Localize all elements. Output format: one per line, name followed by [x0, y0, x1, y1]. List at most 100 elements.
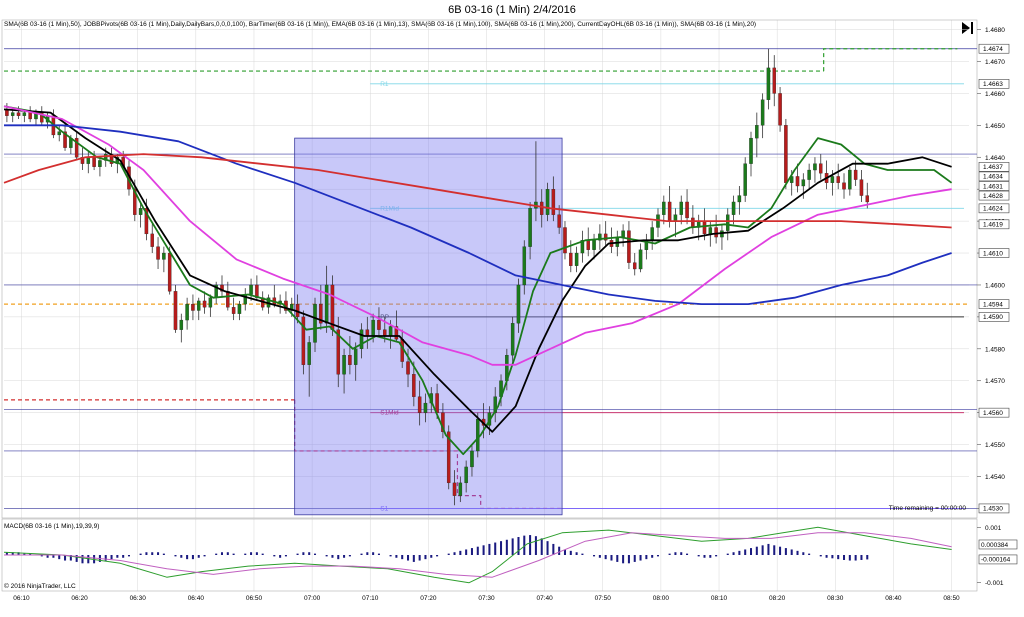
candle-down [586, 240, 590, 250]
price-tick-label: 1.4550 [985, 442, 1005, 449]
time-tick-label: 06:30 [130, 595, 147, 602]
candle-down [569, 252, 573, 266]
candle-down [377, 319, 381, 330]
candle-down [167, 252, 172, 292]
time-tick-label: 07:50 [595, 595, 612, 602]
candle-up [766, 67, 771, 100]
candle-up [470, 450, 474, 468]
time-tick-label: 08:40 [885, 595, 902, 602]
price-tag-label: 1.4628 [983, 193, 1003, 200]
time-tick-label: 06:20 [71, 595, 88, 602]
candle-down [842, 182, 846, 190]
price-tag-label: 1.4637 [983, 164, 1003, 171]
candle-up [185, 303, 189, 321]
price-tick-label: 1.4580 [985, 346, 1005, 353]
candle-up [208, 297, 213, 308]
candle-up [807, 169, 811, 180]
candle-up [662, 201, 666, 215]
candle-down [156, 246, 160, 260]
candle-up [731, 201, 736, 215]
candle-down [551, 189, 556, 215]
price-tag-label: 1.4674 [983, 46, 1003, 53]
candle-up [458, 482, 463, 496]
candle-up [249, 284, 253, 295]
price-tag-label: 1.4560 [983, 410, 1003, 417]
time-tick-label: 07:00 [304, 595, 321, 602]
candle-up [726, 214, 730, 231]
candle-up [196, 300, 201, 311]
candle-down [92, 157, 96, 167]
candle-down [365, 329, 370, 337]
candle-up [86, 157, 91, 164]
candle-down [691, 217, 695, 228]
candle-down [778, 93, 782, 126]
candle-up [801, 179, 806, 187]
candle-up [388, 326, 393, 337]
candle-up [749, 137, 753, 164]
candle-up [313, 303, 317, 343]
price-tag-label: 1.4590 [983, 314, 1003, 321]
price-chart: 6B 03-16 (1 Min) 2/4/2016 SMA(6B 03-16 (… [0, 0, 1024, 617]
candle-down [406, 361, 410, 375]
candle-up [138, 208, 143, 215]
candle-up [353, 348, 358, 365]
candle-down [417, 396, 422, 413]
candle-up [737, 195, 742, 203]
price-tick-label: 1.4650 [985, 123, 1005, 130]
candle-up [760, 99, 765, 126]
candle-down [16, 112, 21, 116]
candle-up [371, 319, 375, 337]
candle-up [650, 227, 654, 241]
candle-down [865, 195, 870, 203]
candle-up [179, 319, 184, 330]
candle-down [452, 482, 457, 496]
candle-up [98, 160, 102, 167]
candle-up [237, 303, 242, 314]
candle-down [563, 227, 567, 254]
price-tick-label: 1.4540 [985, 474, 1005, 481]
time-tick-label: 07:40 [536, 595, 553, 602]
indicator-list: SMA(6B 03-16 (1 Min),50), JOBBPivots(6B … [4, 21, 756, 28]
candle-up [830, 176, 835, 183]
candle-down [702, 220, 707, 235]
time-tick-label: 08:30 [827, 595, 844, 602]
price-tag-label: 1.4530 [983, 506, 1003, 513]
candle-down [412, 374, 416, 397]
pivot-label-r1: R1 [380, 81, 389, 88]
candle-up [679, 201, 683, 215]
candle-up [476, 418, 480, 452]
candle-down [191, 303, 195, 311]
candle-down [685, 201, 689, 219]
candle-up [545, 189, 550, 215]
candle-down [819, 163, 823, 174]
time-tick-label: 07:30 [478, 595, 495, 602]
candle-down [383, 329, 387, 337]
price-tag-label: 1.4663 [983, 81, 1003, 88]
time-tick-label: 08:20 [769, 595, 786, 602]
candle-down [28, 112, 32, 120]
candle-down [667, 201, 672, 222]
time-tick-label: 08:10 [711, 595, 728, 602]
candle-up [22, 112, 27, 116]
candle-up [307, 342, 311, 365]
time-tick-label: 06:10 [13, 595, 30, 602]
price-tag-label: 1.4624 [983, 206, 1003, 213]
chart-title: 6B 03-16 (1 Min) 2/4/2016 [448, 4, 576, 16]
candle-up [324, 284, 329, 324]
candle-down [784, 125, 788, 183]
candle-up [848, 169, 852, 190]
macd-tag-label: 0.000384 [981, 542, 1008, 549]
price-tag-label: 1.4594 [983, 301, 1003, 308]
candle-up [57, 131, 61, 136]
candle-up [522, 246, 527, 286]
time-tick-label: 06:40 [188, 595, 205, 602]
price-tag-label: 1.4619 [983, 222, 1003, 229]
price-tick-label: 1.4680 [985, 27, 1005, 34]
price-tick-label: 1.4570 [985, 378, 1005, 385]
candle-up [673, 214, 678, 222]
candle-down [859, 179, 864, 196]
candle-down [632, 262, 637, 270]
copyright-label: © 2016 NinjaTrader, LLC [4, 582, 76, 590]
candle-up [813, 163, 817, 171]
candle-down [348, 355, 352, 365]
